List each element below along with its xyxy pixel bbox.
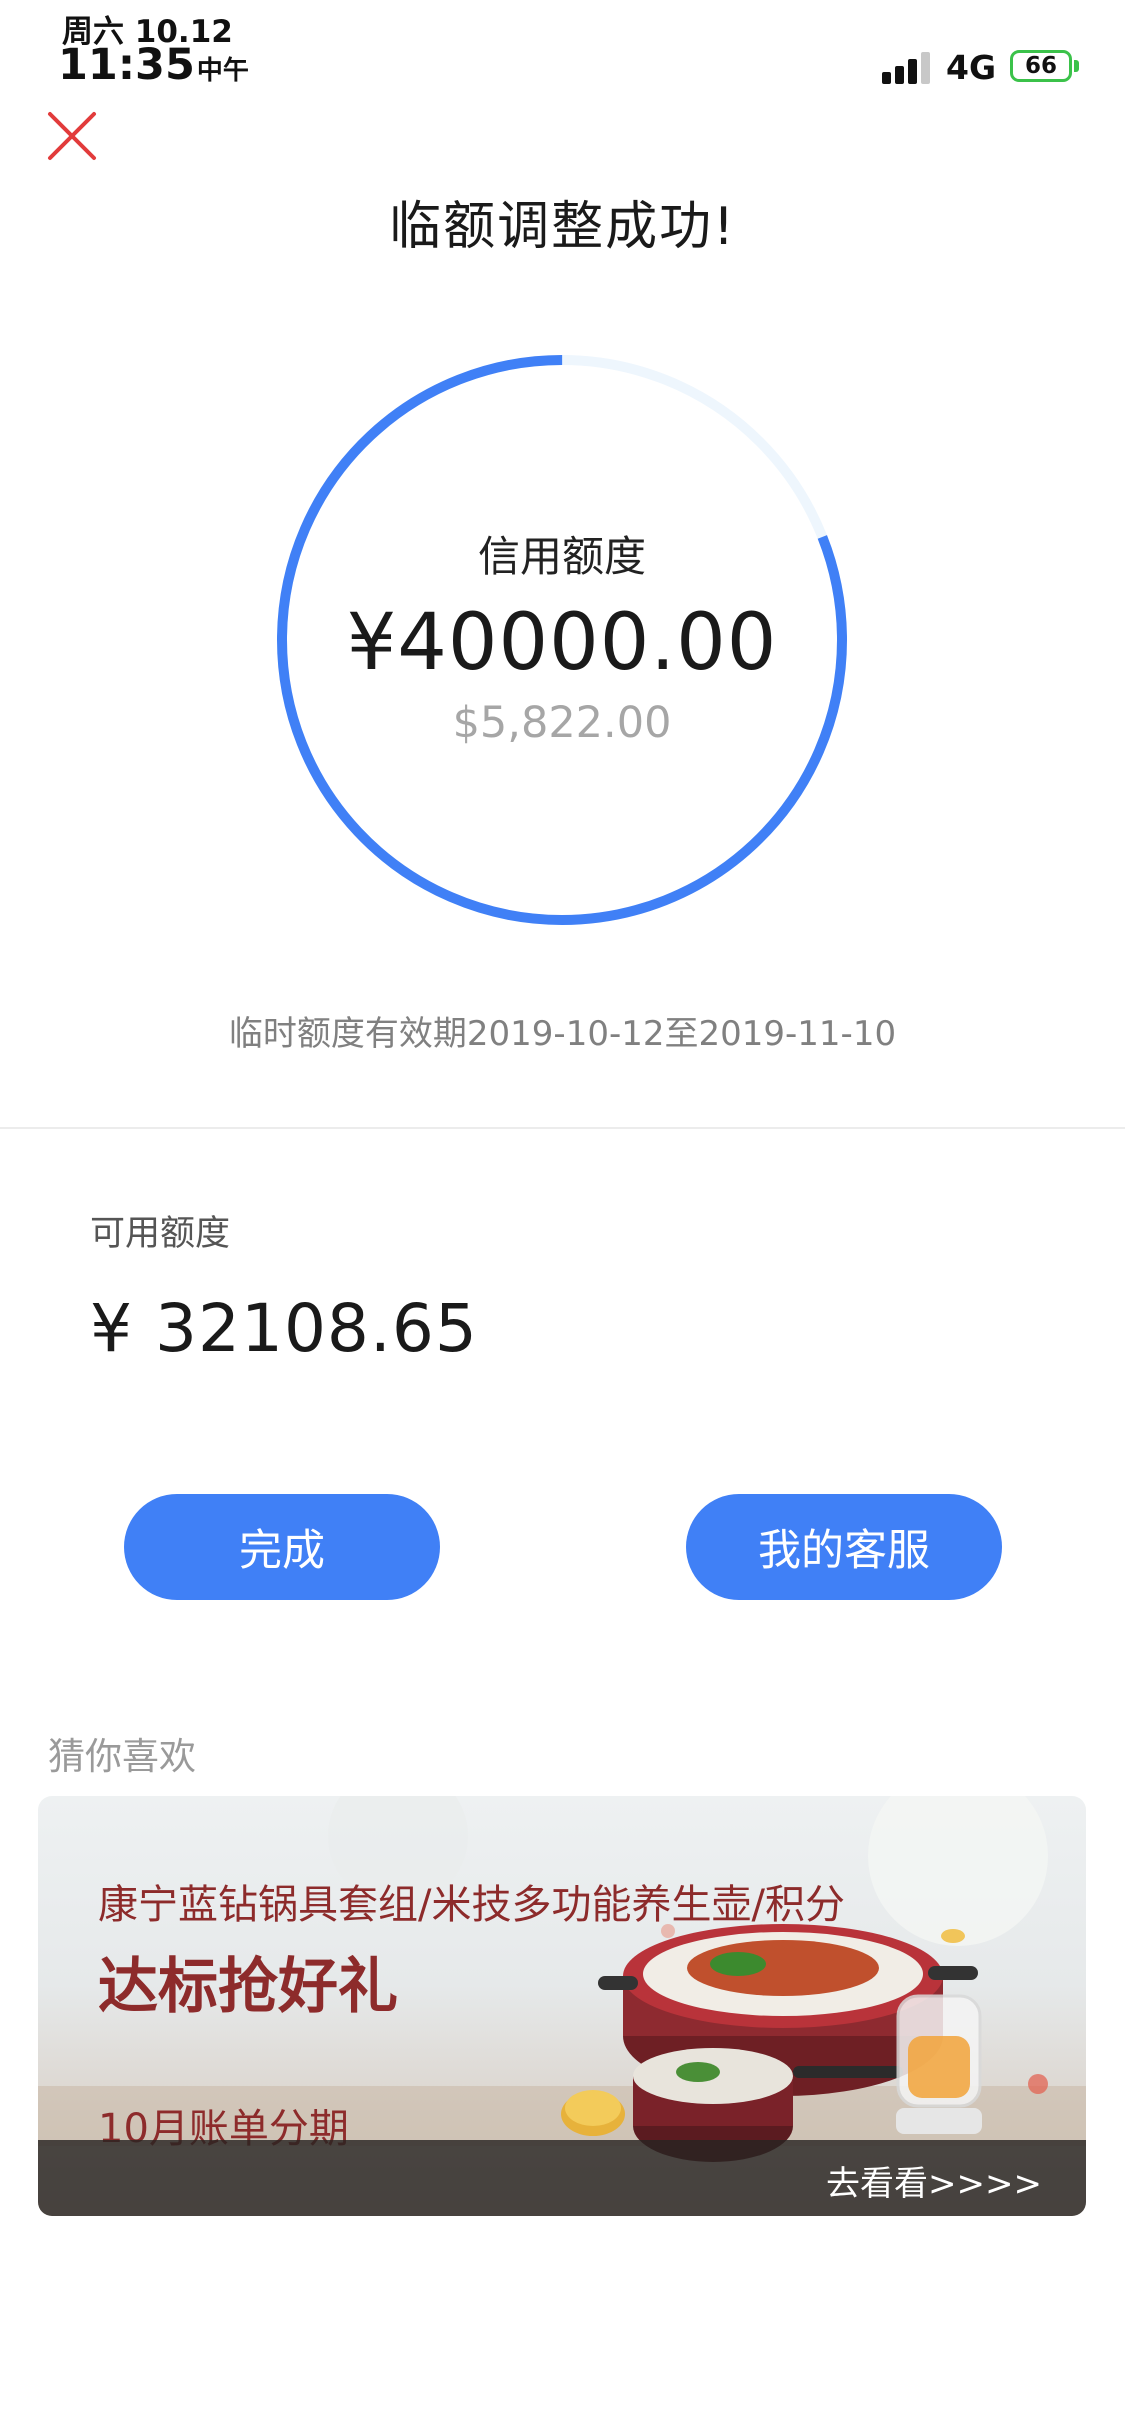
recommend-title: 猜你喜欢 (48, 1735, 196, 1778)
status-time: 11:35 中午 (58, 40, 249, 90)
customer-service-button[interactable]: 我的客服 (686, 1494, 1002, 1600)
close-icon[interactable] (44, 108, 100, 164)
status-bar: 周六 10.12 11:35 中午 4G 66 (0, 0, 1125, 100)
credit-amount: ¥40000.00 (346, 597, 778, 688)
battery-tip (1074, 60, 1079, 72)
done-button[interactable]: 完成 (124, 1494, 440, 1600)
credit-sub-amount: $5,822.00 (452, 697, 672, 748)
banner-headline: 康宁蓝钻锅具套组/米技多功能养生壶/积分 (98, 1882, 845, 1928)
status-ampm: 中午 (196, 56, 249, 86)
validity-period: 临时额度有效期2019-10-12至2019-11-10 (228, 1014, 897, 1054)
banner-footer: 去看看>>>> (38, 2140, 1086, 2216)
credit-summary: 信用额度 ¥40000.00 $5,822.00 (272, 350, 852, 930)
status-clock: 11:35 (58, 40, 195, 90)
divider (0, 1127, 1125, 1129)
banner-cta-link[interactable]: 去看看>>>> (826, 2156, 1042, 2205)
banner-title: 达标抢好礼 (98, 1952, 398, 2022)
promo-banner[interactable]: 康宁蓝钻锅具套组/米技多功能养生壶/积分 达标抢好礼 10月账单分期 去看看>>… (38, 1796, 1086, 2216)
signal-icon (882, 52, 934, 84)
credit-label: 信用额度 (477, 531, 646, 581)
battery-level: 66 (1024, 53, 1057, 79)
page-title: 临额调整成功! (389, 197, 736, 257)
available-label: 可用额度 (90, 1214, 231, 1254)
available-amount: ¥ 32108.65 (90, 1290, 478, 1367)
network-type: 4G (946, 48, 997, 87)
battery-icon: 66 (1010, 50, 1072, 82)
